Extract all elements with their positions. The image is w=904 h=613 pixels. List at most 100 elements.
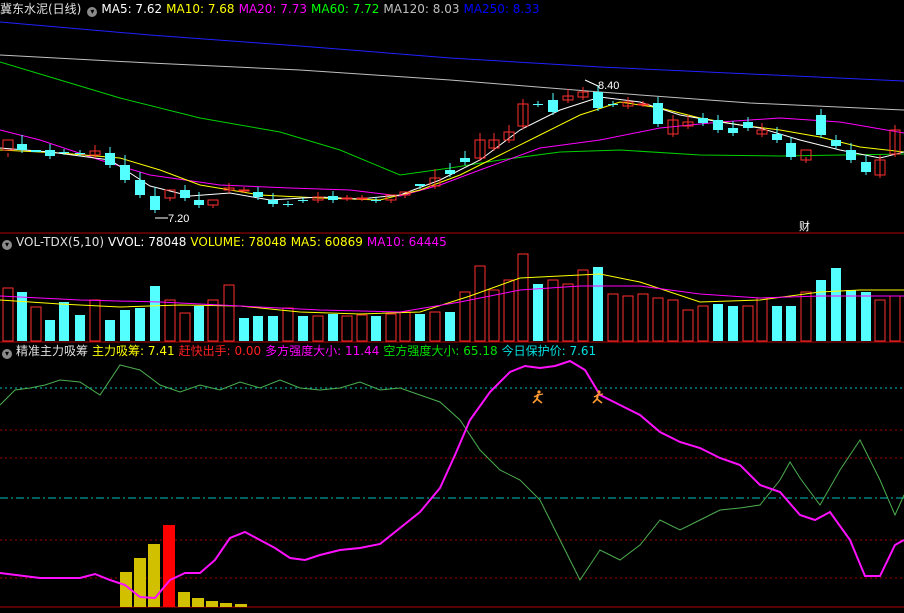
volume-bar	[889, 295, 901, 342]
volume-bar	[728, 306, 738, 341]
volume-bar	[371, 316, 381, 341]
volume-bar	[622, 295, 634, 342]
candle-body	[460, 158, 470, 162]
high-pointer	[584, 79, 599, 87]
volume-bar	[135, 308, 145, 341]
volume-bar	[533, 284, 543, 341]
candle-body	[608, 104, 618, 105]
candle-body	[772, 134, 782, 140]
volume-bar	[312, 315, 324, 342]
candle-body	[445, 170, 455, 174]
candle-body	[135, 180, 145, 195]
accumulation-bar	[206, 601, 218, 607]
candle-body	[593, 92, 603, 108]
low-price-label: 7.20	[168, 213, 189, 225]
candle-body	[59, 152, 69, 153]
volume-bar	[831, 268, 841, 341]
stock-chart-canvas[interactable]: 8.40 7.20 财	[0, 0, 904, 613]
candle-body	[356, 197, 368, 200]
candle-body	[743, 122, 753, 128]
candle-body	[207, 199, 219, 206]
accumulation-bar	[235, 604, 247, 607]
finance-marker: 财	[799, 219, 810, 233]
volume-bar	[164, 299, 176, 342]
candle-body	[816, 115, 826, 135]
volume-bar	[846, 290, 856, 341]
volume-bar	[517, 253, 529, 342]
volume-bar	[742, 305, 754, 342]
volume-bar	[341, 315, 353, 342]
candle-body	[31, 150, 41, 152]
volume-bar	[194, 306, 204, 341]
volume-bar	[207, 299, 219, 342]
volume-bar	[328, 314, 338, 341]
candle-body	[253, 192, 263, 197]
candle-body	[341, 197, 353, 200]
volume-bar	[59, 302, 69, 341]
volume-bar	[150, 286, 160, 341]
candle-body	[371, 200, 381, 201]
volume-bar	[45, 320, 55, 341]
candle-body	[150, 196, 160, 210]
volume-bar	[298, 316, 308, 341]
candle-body	[283, 204, 293, 205]
volume-bar	[105, 320, 115, 341]
candle-body	[328, 196, 338, 200]
candle-body	[637, 103, 649, 106]
volume-bar	[268, 316, 278, 341]
volume-bar	[30, 306, 42, 342]
volume-bar	[607, 293, 619, 342]
volume-bar	[120, 310, 130, 341]
volume-bar	[682, 309, 694, 342]
volume-bar	[488, 289, 500, 342]
volume-bar	[874, 299, 886, 342]
volume-bar	[17, 292, 27, 341]
volume-bar	[713, 304, 723, 341]
volume-bar	[816, 280, 826, 341]
candle-body	[415, 184, 425, 186]
running-person-icon	[532, 390, 544, 404]
volume-bar	[861, 292, 871, 341]
accumulation-bar	[134, 558, 146, 607]
volume-bar	[239, 318, 249, 341]
candle-body	[298, 200, 308, 201]
volume-bar	[652, 297, 664, 342]
candle-body	[180, 190, 190, 198]
candle-body	[45, 150, 55, 156]
accumulation-bar	[220, 603, 232, 607]
volume-bar	[756, 297, 768, 342]
volume-bar	[179, 312, 191, 342]
volume-bar	[429, 311, 441, 342]
volume-bar	[385, 313, 397, 342]
volume-bar	[399, 311, 411, 342]
candle-body	[713, 120, 723, 130]
bear-strength-line	[0, 364, 904, 581]
candle-body	[861, 162, 871, 172]
volume-bar	[223, 284, 235, 342]
candle-body	[120, 165, 130, 180]
accumulation-bar	[178, 592, 190, 607]
candle-body	[268, 200, 278, 204]
candle-body	[105, 153, 115, 165]
candle-body	[548, 100, 558, 112]
volume-bar	[415, 314, 425, 341]
candle-body	[786, 143, 796, 157]
candle-body	[831, 140, 841, 146]
volume-bar	[562, 283, 574, 342]
candle-body	[238, 189, 250, 192]
candle-body	[17, 144, 27, 150]
volume-bar	[547, 279, 559, 342]
candle-body	[533, 104, 543, 105]
candle-body	[75, 153, 85, 154]
volume-bar	[356, 314, 368, 342]
volume-bar	[593, 267, 603, 341]
volume-bar	[637, 293, 649, 342]
volume-bar	[459, 291, 471, 342]
volume-bar	[697, 305, 709, 342]
candle-body	[194, 200, 204, 205]
accumulation-bar	[163, 525, 175, 607]
volume-bar	[577, 269, 589, 342]
volume-bar	[772, 306, 782, 341]
volume-bar	[474, 265, 486, 342]
volume-bar	[667, 299, 679, 342]
